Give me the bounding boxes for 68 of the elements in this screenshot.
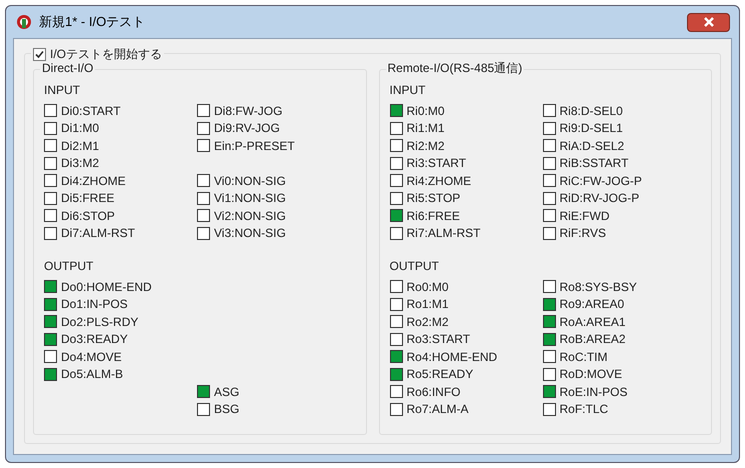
signal-label: BSG	[214, 403, 240, 416]
signal-label: Ri9:D-SEL1	[560, 122, 623, 134]
signal-label: RoB:AREA2	[560, 333, 626, 346]
section-label: OUTPUT	[44, 260, 94, 272]
signal-label: Ro9:AREA0	[560, 298, 624, 310]
signal-label: Ro5:READY	[406, 368, 474, 380]
signal-label: Ro7:ALM-A	[406, 403, 469, 416]
signal-label: Ri5:STOP	[406, 192, 460, 204]
signal-label: Vi0:NON-SIG	[214, 174, 286, 187]
signal-label: ASG	[214, 386, 240, 398]
signal-label: Di6:STOP	[61, 210, 115, 222]
signal-label: Vi1:NON-SIG	[214, 192, 286, 204]
close-button[interactable]	[687, 12, 730, 32]
check-icon	[35, 50, 44, 58]
signal-label: RiC:FW-JOG-P	[560, 174, 642, 187]
signal-label: RiD:RV-JOG-P	[560, 192, 640, 204]
signal-label: Vi3:NON-SIG	[214, 227, 286, 240]
signal-label: Ri1:M1	[406, 122, 445, 134]
signal-label: Do5:ALM-B	[61, 368, 124, 380]
signal-label: RoE:IN-POS	[560, 386, 628, 398]
signal-label: Do4:MOVE	[61, 350, 122, 363]
signal-label: Di7:ALM-RST	[61, 227, 136, 240]
signal-label: RoA:AREA1	[560, 316, 626, 328]
panel-title: Direct-I/O	[40, 62, 96, 74]
window-title: 新規1* - I/Oテスト	[39, 13, 146, 32]
signal-label: Ri7:ALM-RST	[406, 227, 481, 240]
signal-label: Do1:IN-POS	[61, 298, 128, 310]
start-test-label: I/Oテストを開始する	[50, 46, 162, 63]
signal-label: RiF:RVS	[560, 227, 606, 240]
app-icon	[15, 14, 33, 30]
signal-label: Ro4:HOME-END	[406, 350, 498, 363]
signal-label: Di0:START	[61, 104, 121, 117]
signal-label: RoC:TIM	[560, 350, 608, 363]
signal-label: Ri3:START	[406, 157, 466, 170]
signal-label: Di1:M0	[61, 122, 100, 134]
signal-label: Do0:HOME-END	[61, 280, 152, 293]
signal-label: RiE:FWD	[560, 210, 610, 222]
signal-label: Ein:P-PRESET	[214, 140, 295, 152]
signal-label: Ri0:M0	[406, 104, 445, 117]
signal-label: Do2:PLS-RDY	[61, 316, 138, 328]
signal-label: RiB:SSTART	[560, 157, 628, 170]
signal-label: Di3:M2	[61, 157, 100, 170]
close-icon	[704, 17, 714, 27]
signal-label: Ro0:M0	[406, 280, 449, 293]
signal-label: Ri4:ZHOME	[406, 174, 472, 187]
section-label: INPUT	[390, 84, 426, 96]
signal-label: Ri6:FREE	[406, 210, 460, 222]
signal-label: Di2:M1	[61, 140, 100, 152]
signal-label: Vi2:NON-SIG	[214, 210, 286, 222]
panel-title: Remote-I/O(RS-485通信)	[386, 62, 524, 74]
signal-label: Ro3:START	[406, 333, 470, 346]
signal-label: Di5:FREE	[61, 192, 114, 204]
signal-label: RiA:D-SEL2	[560, 140, 624, 152]
section-label: OUTPUT	[390, 260, 440, 272]
signal-label: Ro6:INFO	[406, 386, 461, 398]
signal-label: RoF:TLC	[560, 403, 608, 416]
signal-label: Di8:FW-JOG	[214, 104, 282, 117]
signal-label: RoD:MOVE	[560, 368, 622, 380]
signal-label: Ri2:M2	[406, 140, 445, 152]
signal-label: Ro8:SYS-BSY	[560, 280, 637, 293]
signal-label: Ro1:M1	[406, 298, 449, 310]
signal-label: Do3:READY	[61, 333, 128, 346]
signal-label: Di9:RV-JOG	[214, 122, 280, 134]
signal-label: Ro2:M2	[406, 316, 449, 328]
start-test-checkbox[interactable]	[33, 48, 46, 60]
section-label: INPUT	[44, 84, 81, 96]
signal-label: Ri8:D-SEL0	[560, 104, 623, 117]
signal-label: Di4:ZHOME	[61, 174, 126, 187]
